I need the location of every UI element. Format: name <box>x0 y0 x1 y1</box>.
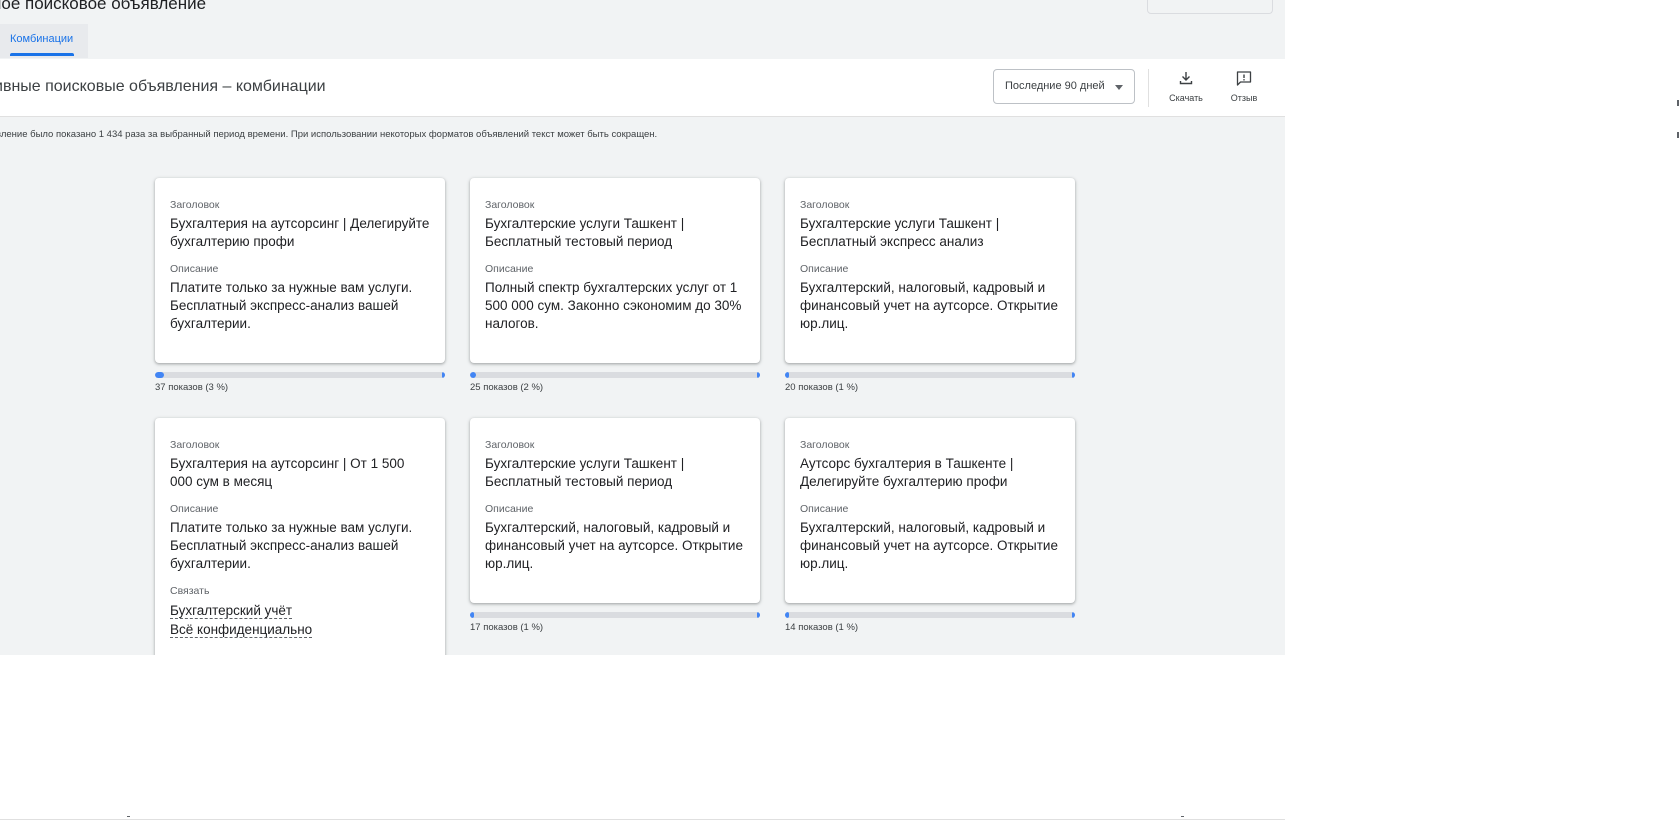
impressions-bar-fill <box>785 612 790 618</box>
feedback-button[interactable]: Отзыв <box>1219 70 1269 104</box>
impressions-count: 25 показов (2 %) <box>470 382 544 393</box>
impressions-bar-fill <box>470 612 475 618</box>
tab-active-indicator <box>10 53 74 56</box>
bottom-artifact <box>1181 816 1184 817</box>
description-text: Полный спектр бухгалтерских услуг от 1 5… <box>485 280 742 331</box>
description-text: Бухгалтерский, налоговый, кадровый и фин… <box>485 520 743 571</box>
impressions-bar-end <box>757 372 760 378</box>
headline-text: Бухгалтерия на аутсорсинг | От 1 500 000… <box>170 456 405 489</box>
impressions-bar <box>785 372 1075 378</box>
impressions-bar-fill <box>470 372 476 378</box>
description-text: Бухгалтерский, налоговый, кадровый и фин… <box>800 520 1058 571</box>
impressions-bar <box>785 612 1075 618</box>
download-button[interactable]: Скачать <box>1161 70 1211 104</box>
impressions-bar-end <box>757 612 760 618</box>
impressions-count: 17 показов (1 %) <box>470 622 544 633</box>
sitelink-text: Всё конфиденциально <box>170 622 313 638</box>
impressions-bar-end <box>442 372 445 378</box>
headline-label: Заголовок <box>485 199 535 211</box>
impressions-bar-fill <box>785 372 790 378</box>
header-divider <box>1148 69 1149 107</box>
report-panel: ное поисковое объявление Комбинации ивны… <box>0 0 1285 655</box>
headline-text: Бухгалтерские услуги Ташкент | Бесплатны… <box>800 216 1000 249</box>
description-label: Описание <box>170 503 219 515</box>
description-text: Платите только за нужные вам услуги. Бес… <box>170 280 413 331</box>
description-text: Бухгалтерский, налоговый, кадровый и фин… <box>800 280 1058 331</box>
headline-text: Бухгалтерские услуги Ташкент | Бесплатны… <box>485 456 685 489</box>
impressions-count: 20 показов (1 %) <box>785 382 859 393</box>
headline-label: Заголовок <box>170 439 220 451</box>
edge-mark <box>1677 100 1679 106</box>
description-label: Описание <box>485 263 534 275</box>
sitelink-text: Бухгалтерский учёт <box>170 603 293 619</box>
edge-mark <box>1677 132 1679 138</box>
headline-label: Заголовок <box>485 439 535 451</box>
top-right-button[interactable] <box>1147 0 1273 14</box>
impressions-notice: вление было показано 1 434 раза за выбра… <box>0 129 658 140</box>
sitelinks-label: Связать <box>170 585 210 597</box>
report-title: ивные поисковые объявления – комбинации <box>0 78 326 95</box>
download-icon <box>1179 72 1193 85</box>
bottom-divider <box>0 819 1285 820</box>
bottom-artifact <box>127 816 130 817</box>
combination-card: Заголовок Бухгалтерские услуги Ташкент |… <box>785 178 1075 363</box>
sitelink-item[interactable]: Всё конфиденциально <box>170 620 430 639</box>
impressions-bar-fill <box>155 372 164 378</box>
combination-card: Заголовок Бухгалтерия на аутсорсинг | Де… <box>155 178 445 363</box>
headline-label: Заголовок <box>170 199 220 211</box>
date-range-value: Последние 90 дней <box>1005 80 1105 92</box>
tab-label: Комбинации <box>10 33 74 45</box>
sitelink-item[interactable]: Бухгалтерский учёт <box>170 601 430 620</box>
impressions-bar <box>470 372 760 378</box>
headline-label: Заголовок <box>800 199 850 211</box>
feedback-icon <box>1236 71 1252 86</box>
description-label: Описание <box>800 503 849 515</box>
combination-card: Заголовок Бухгалтерские услуги Ташкент |… <box>470 178 760 363</box>
combination-card: Заголовок Аутсорс бухгалтерия в Ташкенте… <box>785 418 1075 603</box>
impressions-count: 37 показов (3 %) <box>155 382 229 393</box>
headline-text: Бухгалтерские услуги Ташкент | Бесплатны… <box>485 216 685 249</box>
dropdown-caret-icon <box>1115 85 1123 90</box>
impressions-bar <box>470 612 760 618</box>
impressions-bar <box>155 372 445 378</box>
combination-card: Заголовок Бухгалтерские услуги Ташкент |… <box>470 418 760 603</box>
headline-text: Аутсорс бухгалтерия в Ташкенте | Делегир… <box>800 456 1014 489</box>
page-title: ное поисковое объявление <box>0 0 207 13</box>
description-text: Платите только за нужные вам услуги. Бес… <box>170 520 413 571</box>
download-label: Скачать <box>1169 93 1203 103</box>
impressions-bar-end <box>1072 372 1075 378</box>
description-label: Описание <box>800 263 849 275</box>
date-range-select[interactable]: Последние 90 дней <box>993 69 1135 104</box>
impressions-bar-end <box>1072 612 1075 618</box>
feedback-label: Отзыв <box>1230 93 1258 103</box>
headline-text: Бухгалтерия на аутсорсинг | Делегируйте … <box>170 216 430 249</box>
combination-card: Заголовок Бухгалтерия на аутсорсинг | От… <box>155 418 445 655</box>
description-label: Описание <box>485 503 534 515</box>
report-header: ивные поисковые объявления – комбинации … <box>0 59 1285 117</box>
headline-label: Заголовок <box>800 439 850 451</box>
description-label: Описание <box>170 263 219 275</box>
impressions-count: 14 показов (1 %) <box>785 622 859 633</box>
tab-combinations[interactable]: Комбинации <box>0 24 88 58</box>
